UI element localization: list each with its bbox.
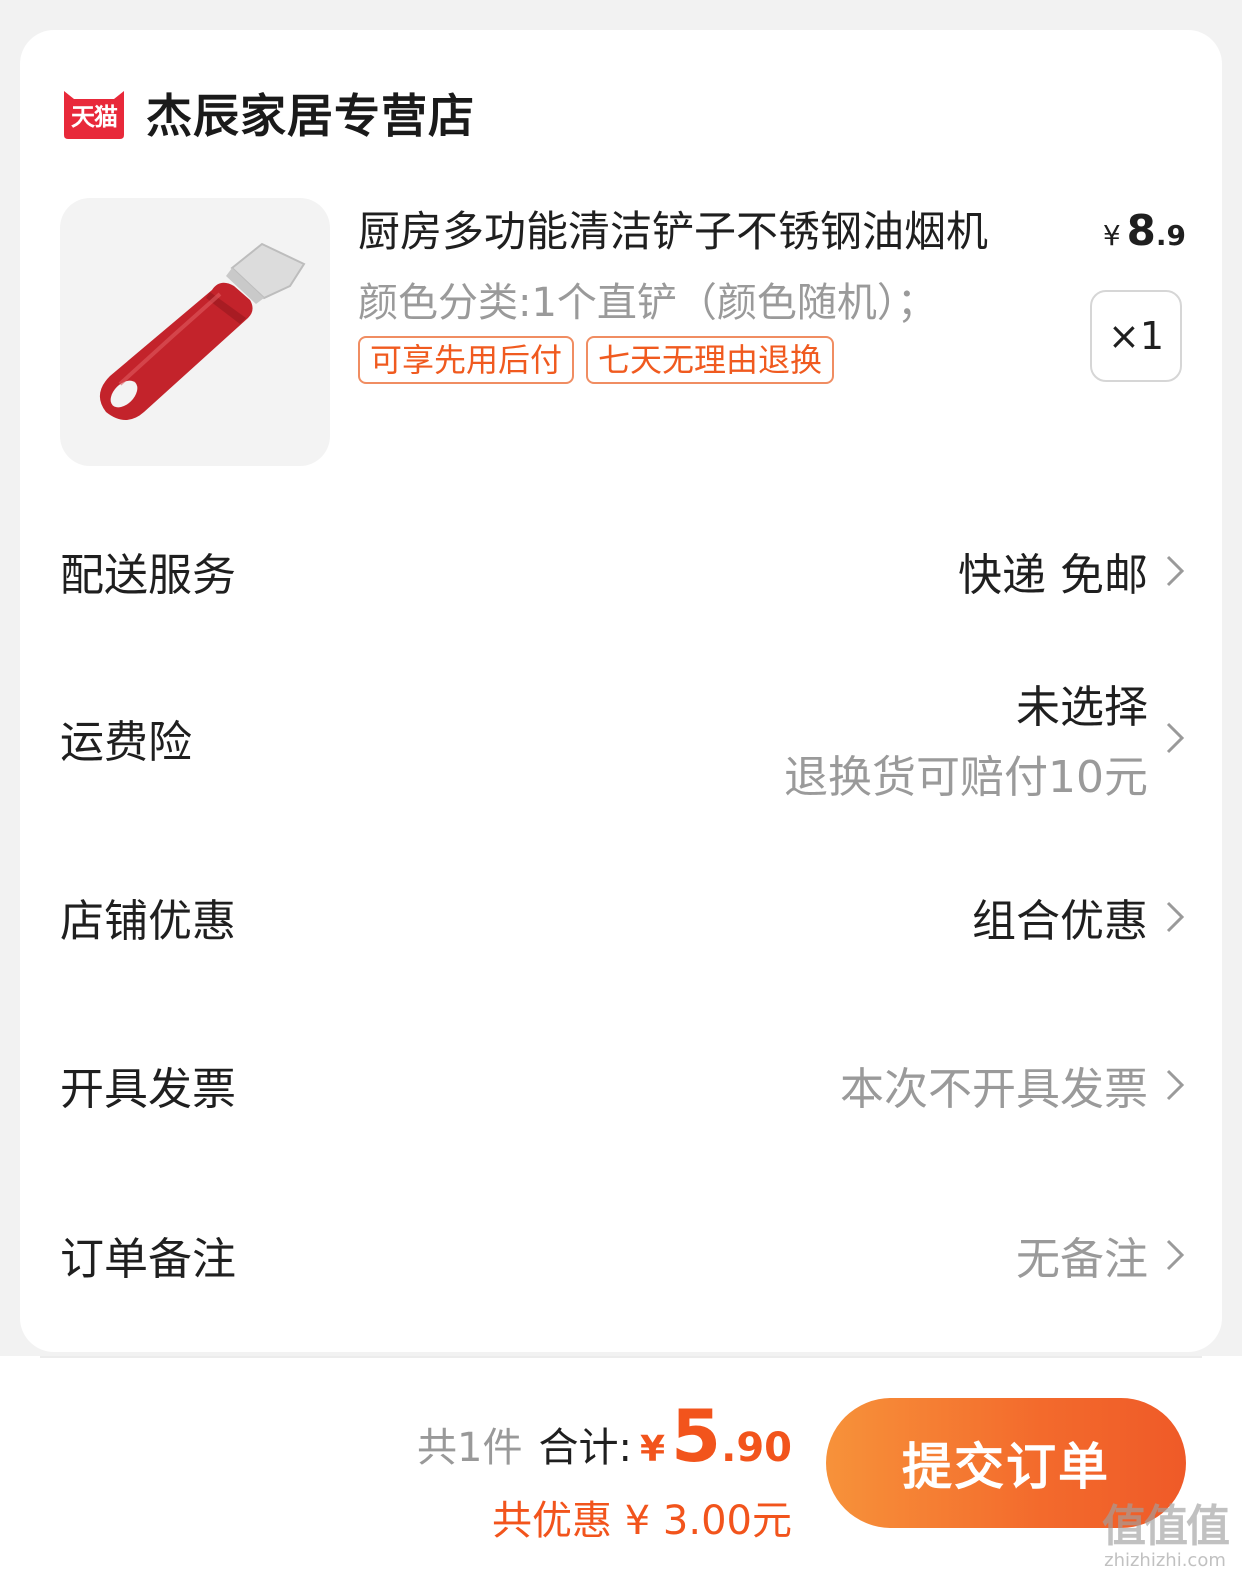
price-currency: ¥ — [1102, 219, 1121, 252]
price-decimal: .9 — [1155, 219, 1186, 252]
invoice-label: 开具发票 — [60, 1064, 236, 1115]
product-price: ¥8.9 — [1103, 206, 1186, 255]
invoice-value: 本次不开具发票 — [840, 1064, 1148, 1115]
total-currency: ¥ — [639, 1429, 666, 1470]
product-image[interactable] — [60, 198, 330, 466]
shipping-insurance-row[interactable]: 运费险 未选择 退换货可赔付10元 — [60, 676, 1186, 803]
total-integer: 5 — [671, 1394, 722, 1478]
delivery-label: 配送服务 — [60, 550, 236, 601]
watermark-mark: 值值值 — [1102, 1501, 1230, 1552]
delivery-row[interactable]: 配送服务 快递 免邮 — [60, 536, 1186, 606]
price-integer: 8 — [1126, 206, 1156, 255]
order-summary: 共1件 合计: ¥ 5 .90 共优惠 ¥ 3.00元 — [417, 1394, 792, 1546]
shipping-insurance-sub: 退换货可赔付10元 — [784, 752, 1148, 803]
shipping-insurance-label: 运费险 — [60, 717, 192, 768]
order-remark-row[interactable]: 订单备注 无备注 — [60, 1220, 1186, 1290]
chevron-right-icon — [1166, 722, 1185, 754]
quantity-button[interactable]: ×1 — [1090, 290, 1182, 382]
invoice-row[interactable]: 开具发票 本次不开具发票 — [60, 1050, 1186, 1120]
total-label: 合计: — [538, 1425, 632, 1471]
tag-pay-later: 可享先用后付 — [358, 336, 575, 384]
shop-name[interactable]: 杰辰家居专营店 — [146, 80, 475, 146]
order-remark-label: 订单备注 — [60, 1234, 236, 1285]
scraper-icon — [99, 242, 306, 420]
tag-seven-day-return: 七天无理由退换 — [586, 336, 835, 384]
tmall-logo-text: 天猫 — [71, 103, 118, 131]
watermark-site: zhizhizhi.com — [1104, 1550, 1226, 1571]
total-decimal: .90 — [721, 1425, 792, 1471]
order-card: 天猫 杰辰家居专营店 厨房多功能清洁铲子不锈钢油烟机 ¥8.9 颜色分类:1个直… — [20, 30, 1222, 1352]
product-spec[interactable]: 颜色分类:1个直铲（颜色随机）； — [358, 270, 937, 328]
chevron-right-icon — [1166, 1069, 1185, 1101]
product-tags: 可享先用后付 七天无理由退换 — [358, 336, 835, 384]
delivery-value: 快递 免邮 — [958, 550, 1148, 601]
item-count: 共1件 — [417, 1425, 523, 1471]
shop-discount-label: 店铺优惠 — [60, 896, 236, 947]
checkout-bar: 共1件 合计: ¥ 5 .90 共优惠 ¥ 3.00元 提交订单 — [0, 1356, 1242, 1590]
chevron-right-icon — [1166, 1239, 1185, 1271]
shop-discount-row[interactable]: 店铺优惠 组合优惠 — [60, 882, 1186, 952]
site-watermark: 值值值 zhizhizhi.com — [1102, 1490, 1230, 1571]
shop-header[interactable]: 天猫 杰辰家居专营店 — [60, 78, 475, 148]
order-remark-value: 无备注 — [1016, 1234, 1148, 1285]
saved-amount[interactable]: 共优惠 ¥ 3.00元 — [417, 1488, 792, 1546]
chevron-right-icon — [1166, 555, 1185, 587]
chevron-right-icon — [1166, 901, 1185, 933]
divider — [40, 1356, 1202, 1358]
product-title[interactable]: 厨房多功能清洁铲子不锈钢油烟机 — [358, 198, 1058, 259]
tmall-logo: 天猫 — [60, 85, 128, 141]
shop-discount-value: 组合优惠 — [972, 896, 1148, 947]
shipping-insurance-value: 未选择 — [1016, 682, 1148, 733]
